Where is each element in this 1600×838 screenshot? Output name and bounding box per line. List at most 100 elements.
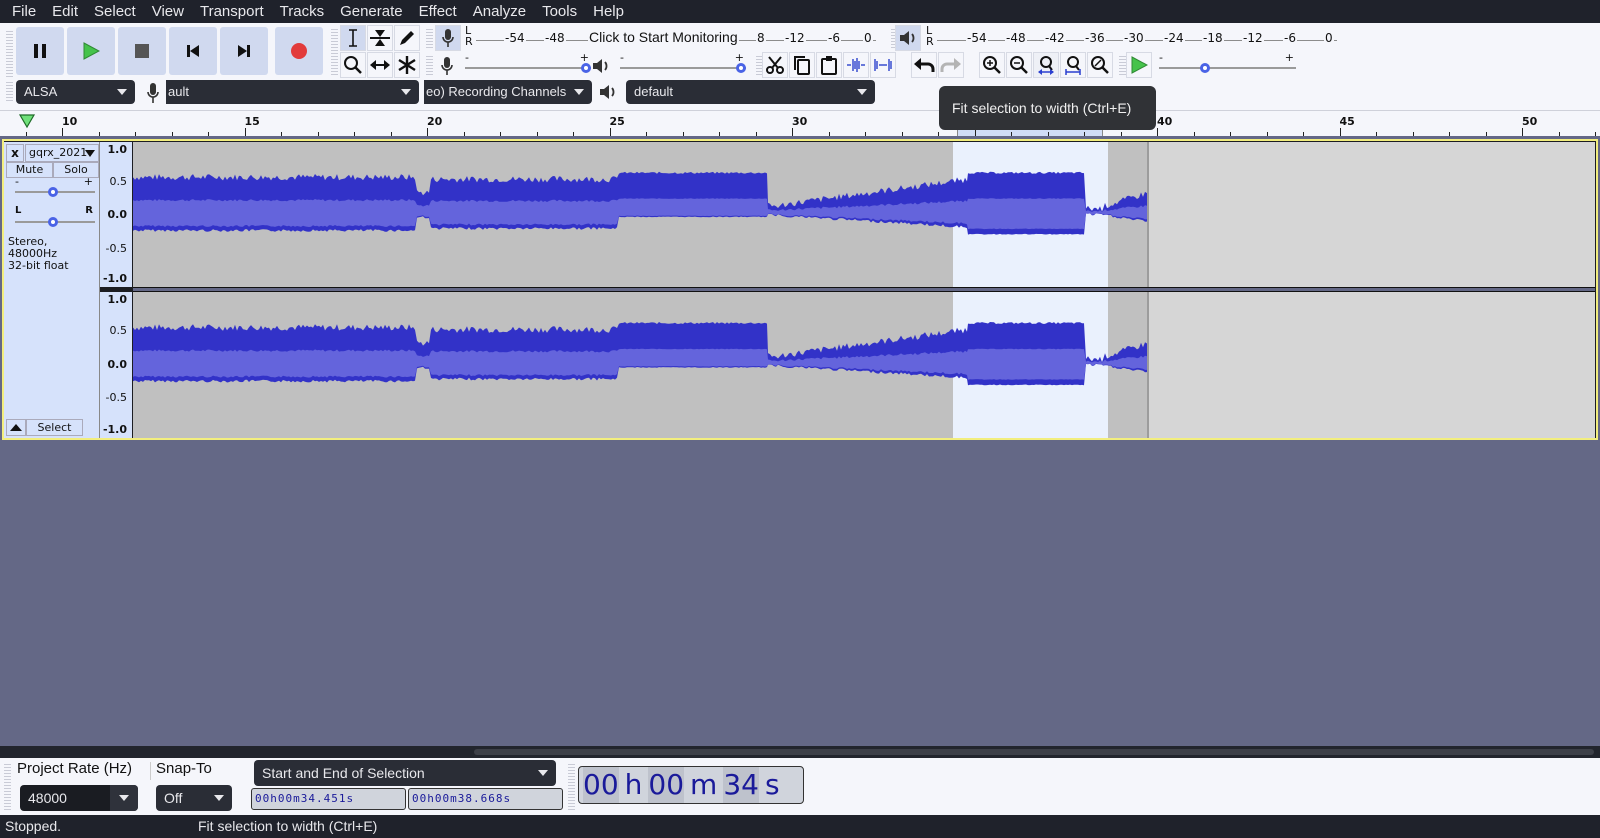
recording-volume-slider[interactable]: - + — [465, 51, 591, 76]
play-at-speed-button[interactable] — [1126, 52, 1152, 78]
speaker-icon — [900, 31, 915, 45]
skip-to-end-button[interactable] — [220, 27, 268, 75]
selection-toolbar-grip[interactable] — [4, 762, 11, 810]
menu-edit[interactable]: Edit — [44, 0, 86, 23]
selection-start-time[interactable]: 00h00m34.451s — [251, 788, 406, 810]
fit-project-button[interactable] — [1060, 52, 1086, 78]
empty-track-area[interactable] — [0, 440, 1600, 748]
undo-button[interactable] — [911, 52, 937, 78]
ruler-tick — [390, 132, 392, 136]
close-track-button[interactable]: x — [6, 144, 24, 162]
menu-generate[interactable]: Generate — [332, 0, 411, 23]
recording-meter-button[interactable] — [435, 25, 461, 51]
playback-device-icon — [598, 82, 618, 105]
menu-select[interactable]: Select — [86, 0, 144, 23]
vruler-label: -0.5 — [105, 242, 127, 255]
track-menu-button[interactable]: gqrx_2021 — [25, 144, 99, 162]
tools-toolbar-grip[interactable] — [331, 27, 338, 75]
stop-button[interactable] — [118, 27, 166, 75]
envelope-tool-button[interactable] — [367, 25, 393, 51]
left-channel-waveform[interactable] — [133, 142, 1595, 287]
silence-audio-button[interactable] — [870, 52, 896, 78]
play-speed-slider[interactable]: - + — [1159, 51, 1296, 76]
gain-slider[interactable]: - + — [15, 175, 95, 200]
redo-button[interactable] — [938, 52, 964, 78]
rec-meter-tick: -54 — [504, 31, 526, 45]
monitoring-prompt[interactable]: Click to Start Monitoring — [588, 29, 739, 45]
slider-max-label: + — [1284, 51, 1294, 64]
ruler-tick — [25, 132, 27, 136]
pan-slider[interactable]: L R — [15, 205, 95, 230]
gain-thumb[interactable] — [48, 187, 58, 197]
slider-thumb[interactable] — [736, 63, 746, 73]
time-shift-tool-button[interactable] — [367, 52, 393, 78]
menu-analyze[interactable]: Analyze — [465, 0, 534, 23]
timeline-ruler[interactable]: 101520253035404550 — [0, 110, 1600, 136]
cut-button[interactable] — [762, 52, 788, 78]
play-head-marker[interactable] — [18, 113, 36, 132]
menu-view[interactable]: View — [144, 0, 192, 23]
ruler-tick — [244, 128, 246, 136]
recording-channels-dropdown[interactable]: eo) Recording Channels — [424, 80, 592, 104]
snap-to-dropdown[interactable]: Off — [156, 785, 232, 811]
selection-end-time[interactable]: 00h00m38.668s — [408, 788, 563, 810]
pan-thumb[interactable] — [48, 217, 58, 227]
scissors-icon — [766, 56, 784, 74]
recording-meter[interactable]: -54 -48 Click to Start Monitoring 8 -12 … — [476, 25, 876, 51]
play-button[interactable] — [67, 27, 115, 75]
time-toolbar-grip[interactable] — [568, 762, 575, 810]
select-track-button[interactable]: Select — [26, 419, 83, 436]
selection-tool-button[interactable] — [340, 25, 366, 51]
paste-button[interactable] — [816, 52, 842, 78]
slider-thumb[interactable] — [1200, 63, 1210, 73]
playback-volume-slider[interactable]: - + — [620, 51, 746, 76]
scrollbar-thumb[interactable] — [474, 749, 1594, 755]
recording-meter-grip[interactable] — [426, 27, 433, 49]
ruler-tick — [865, 132, 866, 136]
transport-toolbar-grip[interactable] — [6, 29, 13, 77]
menu-file[interactable]: File — [4, 0, 44, 23]
selection-mode-dropdown[interactable]: Start and End of Selection — [254, 760, 556, 786]
skip-to-start-button[interactable] — [169, 27, 217, 75]
playback-device-dropdown[interactable]: default — [626, 80, 875, 104]
play-meter-tick: -6 — [1283, 31, 1297, 45]
ruler-tick — [1047, 132, 1049, 136]
horizontal-scrollbar[interactable] — [0, 746, 1600, 758]
time-display[interactable]: 00 h 00 m 34 s — [578, 766, 804, 804]
rec-meter-tick: 8 — [756, 31, 766, 45]
menu-effect[interactable]: Effect — [411, 0, 465, 23]
project-rate-label: Project Rate (Hz) — [17, 760, 133, 777]
device-toolbar-grip[interactable] — [6, 80, 13, 102]
fit-selection-button[interactable] — [1033, 52, 1059, 78]
record-button[interactable] — [275, 27, 323, 75]
slider-min-label: - — [620, 51, 624, 64]
playback-meter-button[interactable] — [895, 25, 921, 51]
project-rate-dropdown-button[interactable] — [110, 785, 138, 811]
audio-host-dropdown[interactable]: ALSA — [16, 80, 135, 104]
zoom-out-button[interactable] — [1006, 52, 1032, 78]
project-rate-value[interactable]: 48000 — [28, 790, 67, 806]
copy-button[interactable] — [789, 52, 815, 78]
recording-device-dropdown[interactable]: ault — [166, 80, 419, 104]
playback-meter[interactable]: -54 -48 -42 -36 -30 -24 -18 -12 -6 0 — [937, 25, 1337, 51]
draw-tool-button[interactable] — [394, 25, 420, 51]
multi-tool-button[interactable] — [394, 52, 420, 78]
mute-button[interactable]: Mute — [6, 162, 53, 178]
menu-help[interactable]: Help — [585, 0, 632, 23]
zoom-in-button[interactable] — [979, 52, 1005, 78]
menu-tracks[interactable]: Tracks — [272, 0, 332, 23]
zoom-toggle-button[interactable] — [1087, 52, 1113, 78]
menu-tools[interactable]: Tools — [534, 0, 585, 23]
right-channel-waveform[interactable] — [133, 292, 1595, 438]
trim-audio-button[interactable] — [843, 52, 869, 78]
mixer-grip[interactable] — [426, 54, 433, 76]
menu-transport[interactable]: Transport — [192, 0, 272, 23]
pause-button[interactable] — [16, 27, 64, 75]
slider-thumb[interactable] — [581, 63, 591, 73]
audio-host-value: ALSA — [24, 84, 58, 99]
project-rate-combo[interactable]: 48000 — [20, 785, 138, 811]
play-at-speed-grip[interactable] — [1119, 54, 1126, 76]
collapse-track-button[interactable] — [6, 419, 26, 436]
zoom-tool-button[interactable] — [340, 52, 366, 78]
ruler-tick — [1120, 132, 1122, 136]
